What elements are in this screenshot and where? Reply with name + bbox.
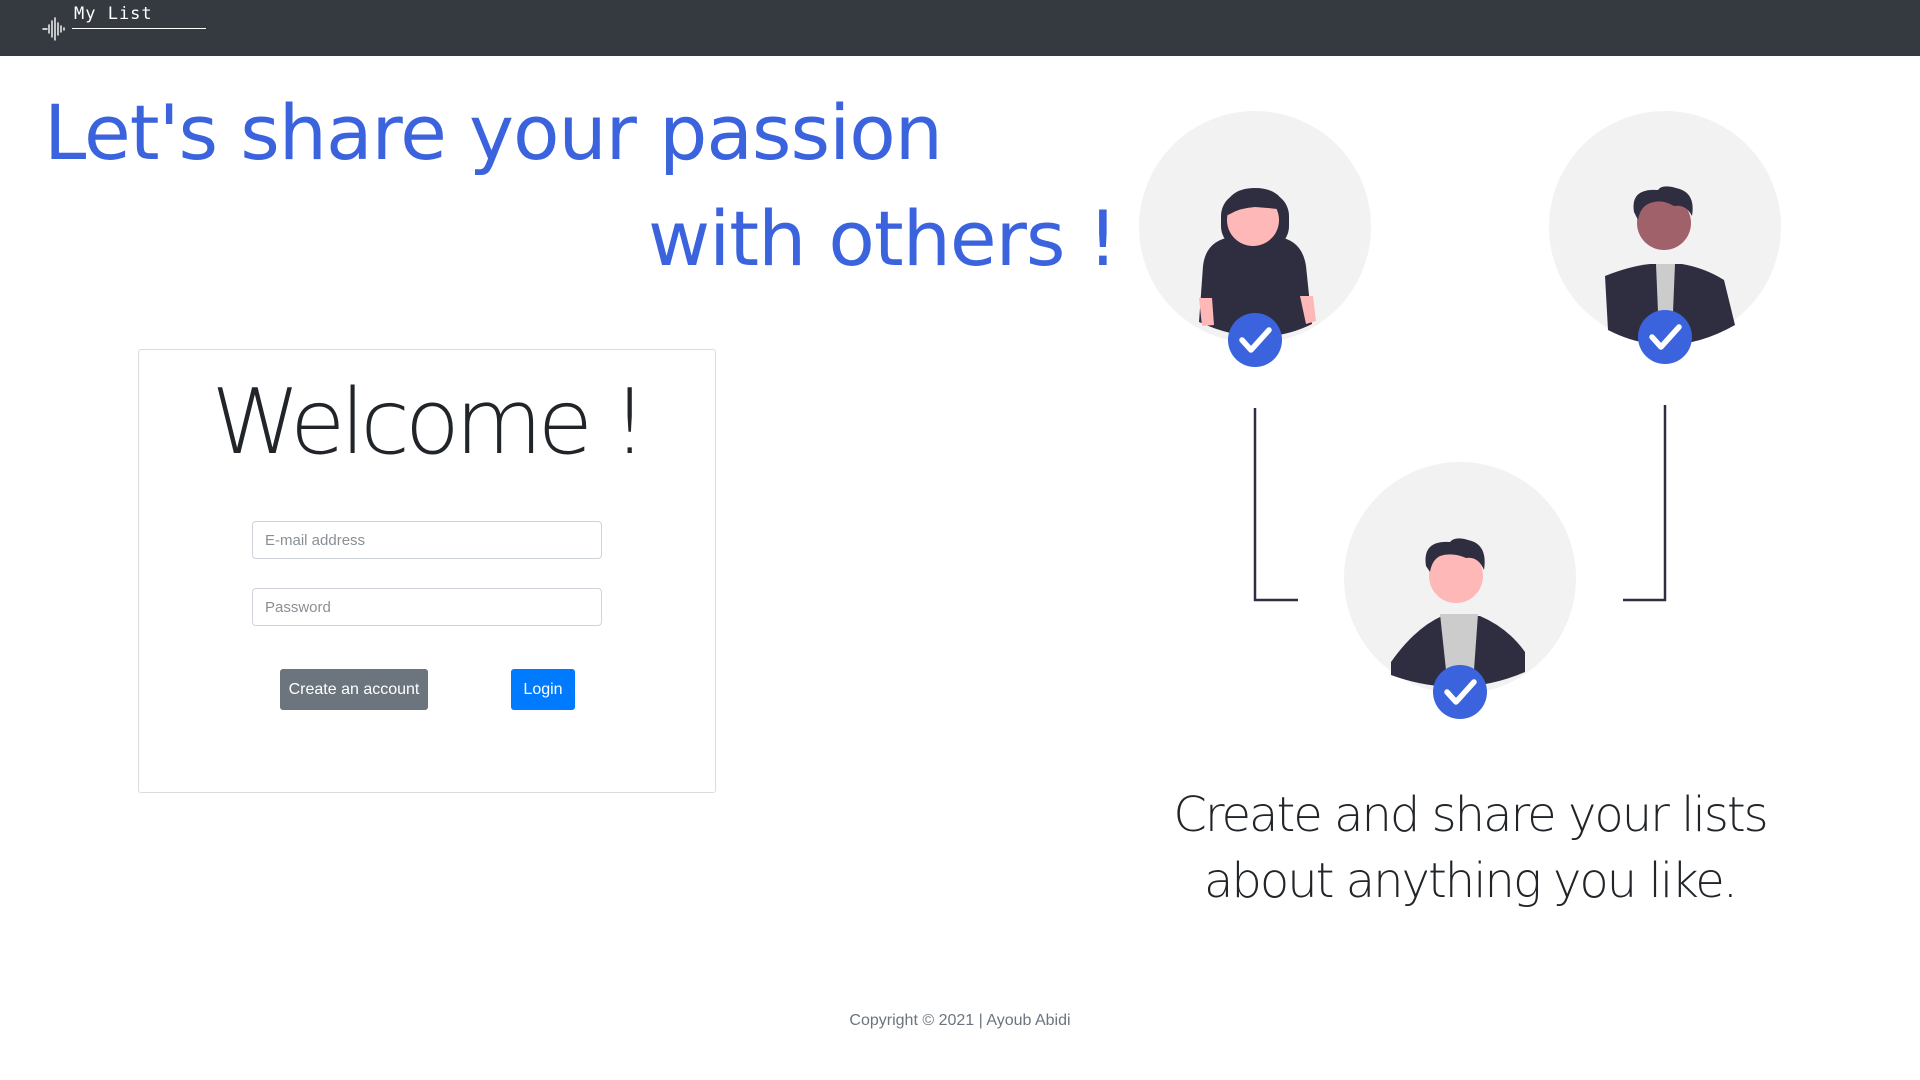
create-account-button[interactable]: Create an account bbox=[280, 669, 428, 710]
login-card: Welcome ! Create an account Login bbox=[138, 349, 716, 793]
welcome-title: Welcome ! bbox=[211, 370, 647, 475]
hero-heading-line1: Let's share your passion bbox=[44, 88, 943, 177]
brand-name: My List bbox=[74, 4, 153, 24]
person-man-icon bbox=[1344, 462, 1576, 694]
footer-copyright: Copyright © 2021 | Ayoub Abidi bbox=[849, 1012, 1071, 1029]
brand-logo[interactable]: My List bbox=[40, 4, 210, 48]
hero-heading-line2: with others ! bbox=[648, 194, 1118, 283]
person-man-dark-icon bbox=[1549, 111, 1781, 345]
person-woman-icon bbox=[1139, 111, 1371, 343]
soundwave-icon bbox=[42, 17, 65, 41]
tagline-line2: about anything you like. bbox=[1203, 853, 1738, 909]
check-circle-icon bbox=[1433, 665, 1487, 719]
login-button[interactable]: Login bbox=[511, 669, 575, 710]
navbar: My List bbox=[0, 0, 1920, 56]
password-field[interactable] bbox=[252, 588, 602, 626]
check-circle-icon bbox=[1638, 310, 1692, 364]
sharing-illustration bbox=[1139, 111, 1781, 719]
email-field[interactable] bbox=[252, 521, 602, 559]
tagline: Create and share your lists about anythi… bbox=[1170, 782, 1770, 914]
brand-underline bbox=[72, 28, 206, 29]
check-circle-icon bbox=[1228, 313, 1282, 367]
tagline-line1: Create and share your lists bbox=[1173, 787, 1768, 843]
